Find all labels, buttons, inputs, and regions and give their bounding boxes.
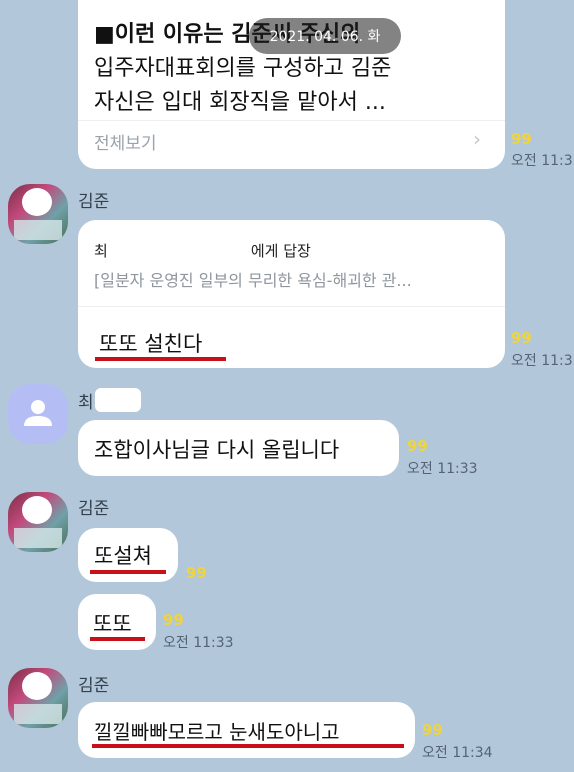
unread-count: 99 (511, 130, 532, 148)
unread-count: 99 (407, 437, 428, 455)
avatar[interactable] (8, 184, 68, 244)
message-text: 조합이사님글 다시 올립니다 (94, 438, 340, 462)
quoted-message[interactable]: [일분자 운영진 일부의 무리한 욕심-해괴한 관... (94, 267, 412, 291)
reply-divider (78, 306, 505, 307)
card-text-line-2: 입주자대표회의를 구성하고 김준 (94, 56, 392, 81)
message-text: 또설쳐 (94, 544, 152, 568)
unread-count: 99 (163, 611, 184, 629)
message-time: 오전 11:33 (163, 635, 234, 651)
message-time: 오전 11:34 (422, 745, 493, 761)
red-underline (95, 357, 226, 361)
avatar[interactable] (8, 668, 68, 728)
card-text-line-3: 자신은 입대 회장직을 맡아서 ... (94, 90, 386, 115)
message-text: 또또 설친다 (99, 332, 203, 356)
redacted-name-mask (95, 388, 141, 412)
unread-count: 99 (511, 329, 532, 347)
red-underline (90, 637, 145, 641)
red-underline (92, 744, 404, 748)
default-avatar[interactable] (8, 384, 68, 444)
card-divider (78, 120, 505, 121)
message-text: 또또 (93, 612, 132, 636)
sender-name: 김준 (78, 676, 110, 696)
person-icon (24, 400, 52, 426)
message-text: 낄낄빠빠모르고 눈새도아니고 (94, 720, 340, 744)
sender-name: 김준 (78, 499, 110, 519)
sender-name: 김준 (78, 192, 110, 212)
red-underline (90, 570, 166, 574)
see-all-link[interactable]: 전체보기 (94, 129, 157, 154)
avatar[interactable] (8, 492, 68, 552)
sender-name: 최 (78, 393, 94, 413)
message-time: 오전 11:33 (407, 461, 478, 477)
date-badge-text: 2021. 04. 06. 화 (269, 29, 381, 45)
chevron-right-icon[interactable]: › (473, 127, 481, 151)
reply-target-label: 최 에게 답장 (94, 242, 311, 260)
message-time: 오전 11:3 (511, 153, 573, 169)
unread-count: 99 (186, 564, 207, 582)
message-time: 오전 11:3 (511, 353, 573, 369)
unread-count: 99 (422, 721, 443, 739)
